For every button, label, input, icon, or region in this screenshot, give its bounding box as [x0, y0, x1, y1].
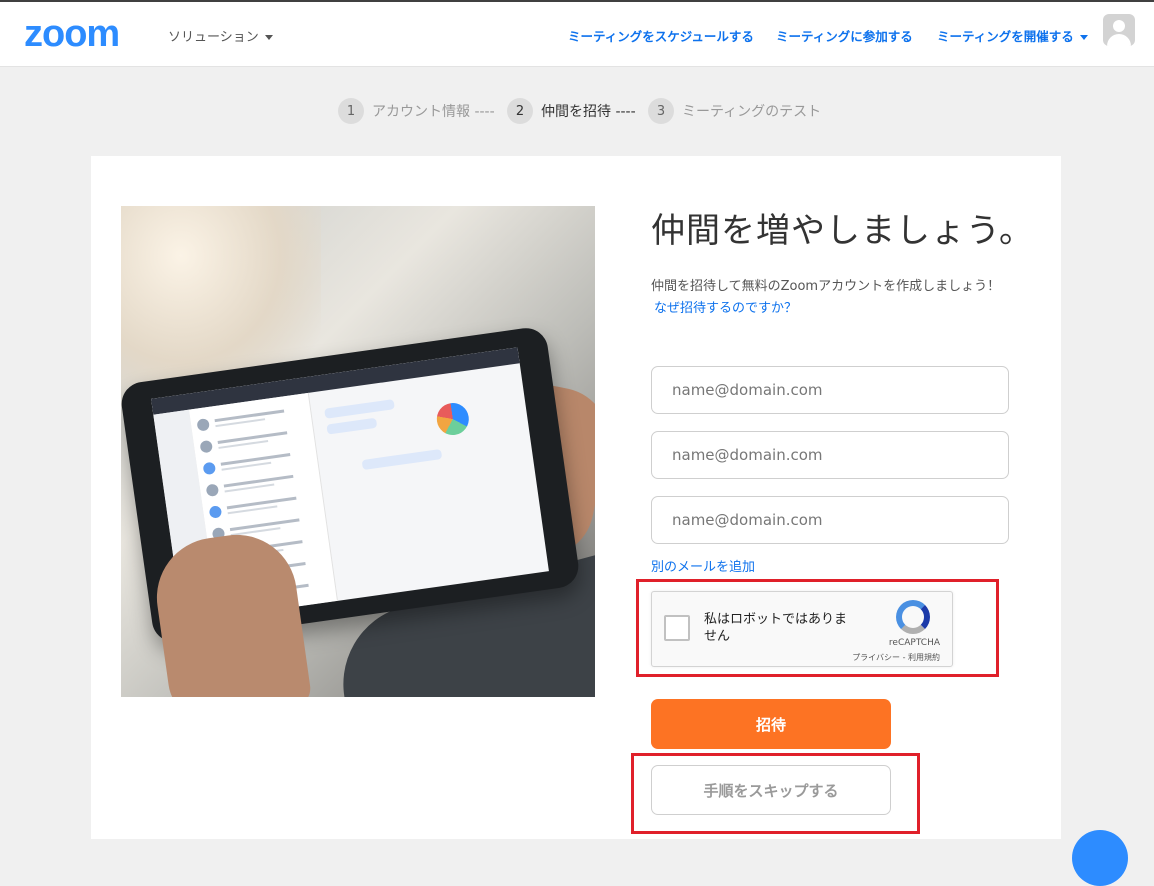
step-number: 3	[648, 98, 674, 124]
highlight-recaptcha	[636, 579, 999, 677]
nav-host-meeting[interactable]: ミーティングを開催する	[937, 26, 1088, 45]
progress-steps: 1 アカウント情報 ---- 2 仲間を招待 ---- 3 ミーティングのテスト	[0, 97, 1154, 125]
highlight-skip	[631, 753, 920, 834]
step-label: ミーティングのテスト	[682, 104, 822, 120]
step-number: 1	[338, 98, 364, 124]
header-bar: zoom ソリューション ミーティングをスケジュールする ミーティングに参加する…	[0, 2, 1154, 67]
email-field-1[interactable]	[651, 366, 1009, 414]
step-label: アカウント情報 ----	[372, 104, 495, 120]
email-field-2[interactable]	[651, 431, 1009, 479]
nav-join-meeting[interactable]: ミーティングに参加する	[776, 26, 913, 45]
step-label: 仲間を招待 ----	[541, 104, 636, 120]
email-field-3[interactable]	[651, 496, 1009, 544]
help-chat-icon[interactable]	[1072, 830, 1128, 886]
invite-description: 仲間を招待して無料のZoomアカウントを作成しましょう！	[651, 279, 1001, 294]
nav-schedule-meeting[interactable]: ミーティングをスケジュールする	[568, 26, 754, 45]
step-invite-colleagues: 2 仲間を招待 ----	[507, 97, 636, 125]
step-number: 2	[507, 98, 533, 124]
tablet-photo	[121, 206, 595, 697]
user-avatar-icon[interactable]	[1103, 14, 1135, 46]
why-invite-link[interactable]: なぜ招待するのですか？	[654, 297, 797, 316]
chevron-down-icon	[264, 35, 273, 40]
solutions-menu[interactable]: ソリューション	[168, 26, 273, 45]
step-test-meeting: 3 ミーティングのテスト	[648, 97, 821, 125]
zoom-logo[interactable]: zoom	[24, 15, 120, 53]
invite-card: 仲間を増やしましょう。 仲間を招待して無料のZoomアカウントを作成しましょう！…	[91, 156, 1061, 839]
page-title: 仲間を増やしましょう。	[651, 211, 1034, 251]
invite-button[interactable]: 招待	[651, 699, 891, 749]
step-account-info: 1 アカウント情報 ----	[338, 97, 495, 125]
solutions-label: ソリューション	[168, 30, 259, 45]
add-email-link[interactable]: 別のメールを追加	[651, 556, 755, 575]
chevron-down-icon	[1079, 35, 1088, 40]
nav-host-meeting-label: ミーティングを開催する	[937, 29, 1074, 44]
